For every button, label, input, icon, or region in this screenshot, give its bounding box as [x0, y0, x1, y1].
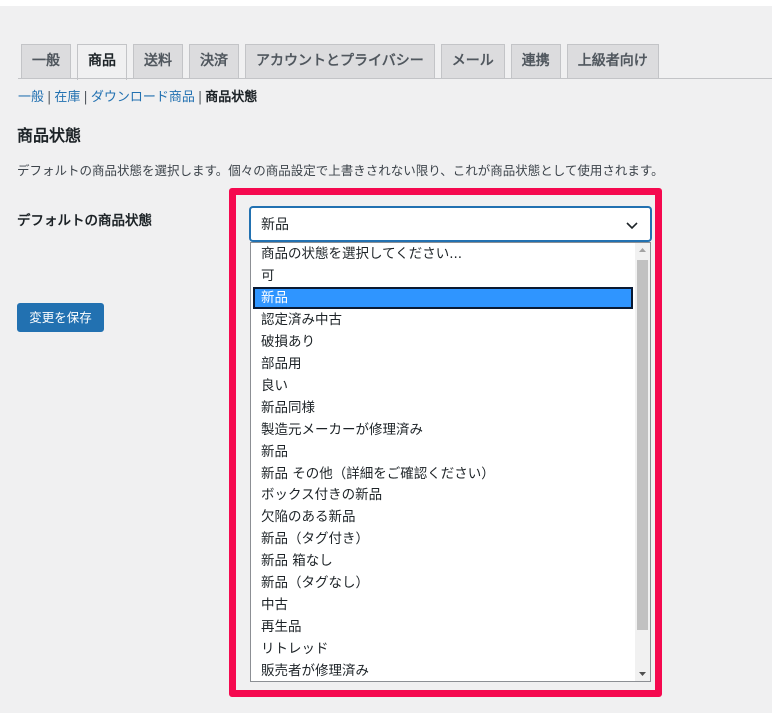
subnav-current: 商品状態	[205, 90, 258, 105]
select-option[interactable]: リトレッド	[253, 638, 633, 660]
tab-integration[interactable]: 連携	[510, 44, 561, 79]
select-option[interactable]: 新品同様	[253, 397, 633, 419]
subnav-separator: |	[197, 90, 203, 105]
condition-options-list[interactable]: 商品の状態を選択してください... 可新品 認定済み中古 破損あり 部品用 良い 新品同様製…	[250, 242, 651, 682]
select-option[interactable]: 認定済み中古	[253, 309, 633, 331]
tab-accounts-privacy[interactable]: アカウントとプライバシー	[245, 44, 435, 79]
default-condition-label: デフォルトの商品状態	[17, 213, 152, 229]
select-option[interactable]: 販売者が修理済み	[253, 660, 633, 681]
select-current-value: 新品	[261, 217, 289, 233]
select-option[interactable]: 良い	[253, 375, 633, 397]
subnav-inventory[interactable]: 在庫	[54, 90, 80, 105]
tab-advanced[interactable]: 上級者向け	[566, 44, 659, 79]
select-option[interactable]: 新品 その他（詳細をご確認ください）	[253, 463, 633, 485]
scrollbar-thumb[interactable]	[637, 260, 648, 630]
settings-tabs: 一般 商品 送料 決済 アカウントとプライバシー メール 連携 上級者向け	[21, 44, 665, 80]
chevron-down-icon	[626, 222, 638, 230]
tab-products[interactable]: 商品	[77, 44, 127, 80]
select-option[interactable]: 新品	[253, 441, 633, 463]
select-option[interactable]: 部品用	[253, 353, 633, 375]
tabs-divider	[18, 78, 772, 79]
page-title: 商品状態	[17, 126, 82, 145]
tab-shipping[interactable]: 送料	[133, 44, 183, 79]
select-option[interactable]: 再生品	[253, 616, 633, 638]
subnav-separator: |	[47, 90, 52, 105]
select-option[interactable]: 製造元メーカーが修理済み	[253, 419, 633, 441]
select-option[interactable]: 新品（タグ付き）	[253, 528, 633, 550]
scroll-down-icon[interactable]	[635, 667, 650, 681]
subnav-downloadable[interactable]: ダウンロード商品	[91, 90, 195, 105]
select-option[interactable]: 新品 箱なし	[253, 550, 633, 572]
tab-emails[interactable]: メール	[440, 44, 505, 79]
select-option[interactable]: ボックス付きの新品	[253, 484, 633, 506]
tab-payments[interactable]: 決済	[189, 44, 239, 79]
select-option[interactable]: 新品	[253, 286, 633, 309]
save-changes-button[interactable]: 変更を保存	[17, 303, 104, 332]
select-option[interactable]: 可	[253, 265, 633, 287]
page-description: デフォルトの商品状態を選択します。個々の商品設定で上書きされない限り、これが商品…	[17, 163, 664, 178]
subnav-general[interactable]: 一般	[18, 90, 44, 105]
sub-navigation: 一般 | 在庫 | ダウンロード商品 | 商品状態	[18, 89, 257, 107]
top-strip	[0, 0, 772, 6]
select-option[interactable]: 新品（タグなし）	[253, 572, 633, 594]
tab-general[interactable]: 一般	[21, 44, 71, 79]
select-option[interactable]: 商品の状態を選択してください...	[253, 243, 633, 265]
select-option[interactable]: 破損あり	[253, 331, 633, 353]
subnav-separator: |	[83, 90, 88, 105]
select-option[interactable]: 欠陥のある新品	[253, 506, 633, 528]
scroll-up-icon[interactable]	[635, 243, 650, 257]
default-condition-select[interactable]: 新品	[250, 207, 651, 241]
select-option[interactable]: 中古	[253, 594, 633, 616]
scrollbar[interactable]	[635, 243, 650, 681]
